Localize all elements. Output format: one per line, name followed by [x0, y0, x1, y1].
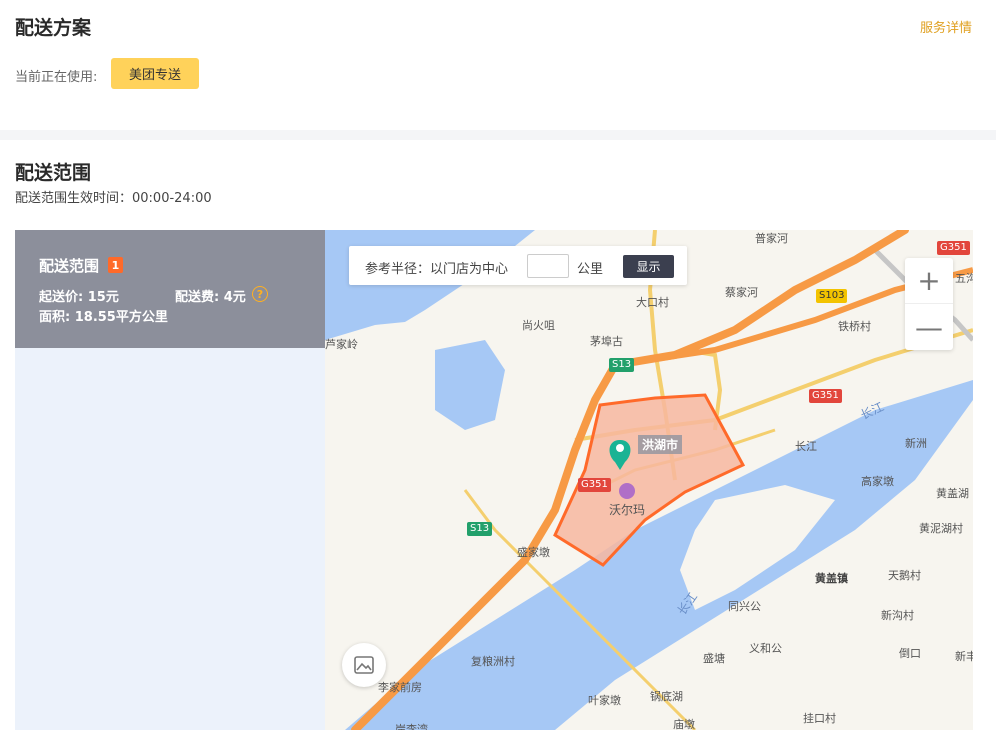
range-title: 配送范围 [15, 162, 92, 184]
section-divider [0, 130, 996, 140]
road-badge: G351 [578, 478, 611, 492]
place-label: 复粮洲村 [471, 655, 515, 668]
service-details-link[interactable]: 服务详情 [920, 17, 972, 36]
range-index-badge: 1 [108, 257, 123, 273]
radius-unit: 公里 [577, 262, 604, 277]
road-badge: S103 [816, 289, 848, 303]
place-label: 李家前房 [378, 681, 422, 694]
place-label: 盛家墩 [517, 546, 550, 559]
area-text: 面积: 18.55平方公里 [39, 310, 168, 325]
map-layer-button[interactable] [342, 643, 386, 687]
place-label: 芦家岭 [325, 338, 358, 351]
question-circle-icon[interactable]: ? [252, 286, 268, 302]
road-badge: S13 [609, 358, 635, 372]
zoom-in-button[interactable]: + [905, 258, 953, 304]
radius-input[interactable] [527, 254, 569, 278]
place-label: 长江 [795, 440, 817, 453]
image-layer-icon [354, 656, 374, 674]
road-badge: G351 [809, 389, 842, 403]
radius-label: 参考半径：以门店为中心 [365, 262, 509, 277]
current-plan-button[interactable]: 美团专送 [111, 58, 199, 89]
delivery-map[interactable]: 洪湖市 沃尔玛 尚火咀 茅埠古 大口村 蔡家河 铁桥村 长江 新洲 高家墩 黄盖… [15, 230, 973, 730]
page-title: 配送方案 [15, 17, 92, 39]
road-badge: S13 [467, 522, 493, 536]
reference-radius-toolbar: 参考半径：以门店为中心 公里 显示 [349, 246, 687, 285]
show-radius-button[interactable]: 显示 [623, 255, 674, 278]
place-label: 高家墩 [861, 475, 894, 488]
place-label: 盛塘 [703, 652, 725, 665]
place-label: 新丰 [955, 650, 973, 663]
min-price-text: 起送价: 15元 [39, 290, 119, 305]
place-label: 同兴公 [728, 600, 761, 613]
place-label: 庙墩 [673, 718, 695, 730]
delivery-range-panel: 配送范围 1 起送价: 15元 配送费: 4元 ? 面积: 18.55平方公里 [15, 230, 325, 730]
place-label: 大口村 [636, 296, 669, 309]
place-label: 黄泥湖村 [919, 522, 963, 535]
place-label: 岸李湾 [395, 723, 428, 730]
zoom-control: + — [905, 258, 953, 350]
place-label: 尚火咀 [522, 319, 555, 332]
zoom-out-button[interactable]: — [905, 304, 953, 350]
city-label: 洪湖市 [638, 435, 683, 454]
place-label: 新洲 [905, 437, 927, 450]
place-label: 天鹅村 [888, 569, 921, 582]
current-plan-label: 当前正在使用: [15, 70, 98, 85]
place-label: 普家河 [755, 232, 788, 245]
place-label: 锅底湖 [650, 690, 683, 703]
place-label: 蔡家河 [725, 286, 758, 299]
place-label: 义和公 [749, 642, 782, 655]
place-label: 黄盖镇 [815, 572, 848, 585]
place-label: 茅埠古 [590, 335, 623, 348]
range-effective-time: 配送范围生效时间：00:00-24:00 [15, 191, 212, 206]
place-label: 五沟 [955, 272, 973, 285]
place-label: 倒口 [899, 647, 921, 660]
place-label: 黄盖湖 [936, 487, 969, 500]
plan-section: 配送方案 服务详情 当前正在使用: 美团专送 [0, 0, 996, 130]
delivery-fee-text: 配送费: 4元 [175, 290, 246, 305]
road-badge: G351 [937, 241, 970, 255]
poi-label: 沃尔玛 [609, 503, 646, 517]
range-card-title: 配送范围 [39, 257, 100, 275]
place-label: 新沟村 [881, 609, 914, 622]
place-label: 叶家墩 [588, 694, 621, 707]
place-label: 挂口村 [803, 712, 836, 725]
range-info-card[interactable]: 配送范围 1 起送价: 15元 配送费: 4元 ? 面积: 18.55平方公里 [15, 230, 325, 348]
place-label: 铁桥村 [838, 320, 871, 333]
